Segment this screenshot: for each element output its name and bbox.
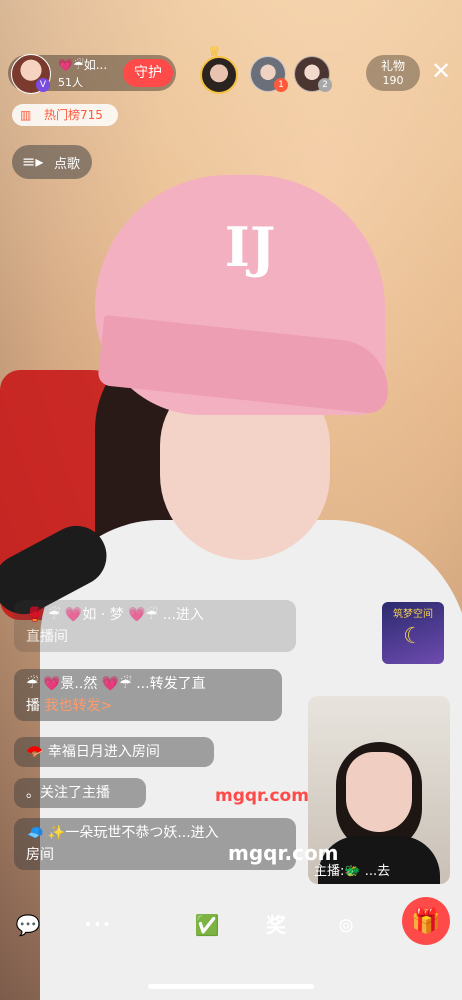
gift-label: 礼物 bbox=[380, 59, 405, 73]
gift-counter[interactable]: 礼物 190 bbox=[366, 55, 420, 91]
rank-badge-2: 2 bbox=[318, 78, 332, 92]
event-promo-tile[interactable]: 筑梦空间 ☾ bbox=[382, 602, 444, 664]
watermark: mgqr.com bbox=[215, 786, 309, 806]
share-too-link[interactable]: 我也转发> bbox=[44, 698, 112, 714]
chat-text: 。关注了主播 bbox=[26, 785, 110, 801]
gift-count: 190 bbox=[382, 74, 404, 87]
cap-logo: IJ bbox=[224, 215, 276, 279]
close-icon[interactable]: ✕ bbox=[428, 58, 454, 84]
chat-text: ☔ 💗景..然 💗☔ ...转发了直 bbox=[26, 676, 206, 692]
task-icon[interactable]: ✅ bbox=[194, 912, 220, 938]
chat-message: ☔ 💗景..然 💗☔ ...转发了直 播 我也转发> bbox=[14, 669, 282, 721]
home-indicator bbox=[148, 984, 314, 989]
chat-message: 。关注了主播 bbox=[14, 778, 146, 808]
gift-button[interactable]: 🎁 bbox=[402, 897, 450, 945]
chat-text: 播 bbox=[26, 698, 45, 714]
guard-button[interactable]: 守护 bbox=[123, 59, 173, 87]
watermark: mgqr.com bbox=[228, 841, 339, 865]
top-fan-avatar[interactable] bbox=[200, 56, 238, 94]
viewer-count: 51人 bbox=[58, 76, 83, 89]
camera-icon[interactable]: ⊚ bbox=[333, 912, 359, 938]
promo-title: 筑梦空间 bbox=[393, 609, 433, 620]
rank-badge-1: 1 bbox=[274, 78, 288, 92]
chat-message: 🪭 幸福日月进入房间 bbox=[14, 737, 214, 767]
co-host-face bbox=[346, 752, 412, 832]
more-icon[interactable]: ••• bbox=[84, 912, 111, 938]
chat-text: 🪭 幸福日月进入房间 bbox=[26, 744, 160, 760]
hot-rank-label: 热门榜715 bbox=[44, 108, 103, 122]
playlist-icon: ≡▸ bbox=[22, 152, 44, 171]
chat-icon[interactable]: 💬 bbox=[15, 912, 41, 938]
chart-icon: ▥ bbox=[20, 108, 32, 122]
chat-message: 🥊 ☔ 💗如 · 梦 💗☔ ...进入 直播间 bbox=[14, 600, 296, 652]
chat-text: 🥊 ☔ 💗如 · 梦 💗☔ ...进入 bbox=[26, 607, 204, 623]
prize-icon[interactable]: 奖 bbox=[263, 912, 289, 938]
moon-icon: ☾ bbox=[403, 624, 423, 649]
song-request-button[interactable]: ≡▸ 点歌 bbox=[12, 145, 92, 179]
host-name: 💗☔如... bbox=[58, 58, 108, 72]
host-verified-badge: V bbox=[36, 78, 50, 92]
chat-text: 直播间 bbox=[26, 629, 68, 645]
hot-rank-badge[interactable]: ▥ 热门榜715 bbox=[12, 104, 118, 126]
song-request-label: 点歌 bbox=[54, 157, 81, 172]
